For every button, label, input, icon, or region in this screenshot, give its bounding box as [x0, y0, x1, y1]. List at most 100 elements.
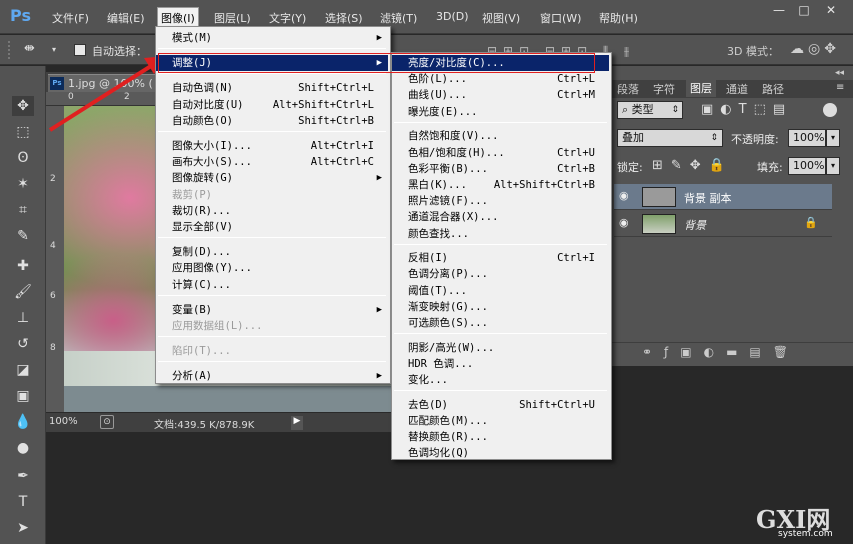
- adjust-menu-item[interactable]: 渐变映射(G)...: [392, 299, 609, 315]
- layer-filter-icons[interactable]: ▣◐T⬚▤: [701, 102, 792, 117]
- image-menu-item[interactable]: 变量(B) ▶: [156, 302, 388, 318]
- brush-tool-icon[interactable]: 🖌: [12, 282, 34, 302]
- chevron-down-icon[interactable]: ▾: [826, 129, 840, 147]
- image-menu-item[interactable]: 图像旋转(G) ▶: [156, 170, 388, 186]
- marquee-tool-icon[interactable]: ⬚: [12, 122, 34, 142]
- adjust-menu-item[interactable]: HDR 色调...: [392, 356, 609, 372]
- lock-icons[interactable]: ⊞✎✥🔒: [652, 158, 733, 173]
- image-menu-item[interactable]: 自动对比度(U) Alt+Shift+Ctrl+L: [156, 97, 388, 113]
- tab-paragraph[interactable]: 段落: [617, 81, 639, 97]
- panel-menu-icon[interactable]: ≡: [836, 82, 844, 93]
- chevron-down-icon[interactable]: ▾: [826, 157, 840, 175]
- maximize-button[interactable]: □: [795, 3, 813, 17]
- share-icon[interactable]: ⊙: [100, 415, 114, 429]
- menu-help[interactable]: 帮助(H): [599, 10, 638, 26]
- adjust-menu-item[interactable]: 色彩平衡(B)... Ctrl+B: [392, 161, 609, 177]
- move-tool-icon[interactable]: ✥: [12, 96, 34, 116]
- adjust-menu-item[interactable]: 可选颜色(S)...: [392, 315, 609, 331]
- image-menu-item[interactable]: 应用图像(Y)...: [156, 260, 388, 276]
- adjust-menu-item[interactable]: 曲线(U)... Ctrl+M: [392, 87, 609, 103]
- menu-item-label: 颜色查找...: [408, 227, 469, 240]
- image-menu-item[interactable]: 显示全部(V): [156, 219, 388, 235]
- blur-tool-icon[interactable]: 💧: [12, 412, 34, 432]
- status-menu-arrow-icon[interactable]: ▶: [291, 416, 303, 430]
- minimize-button[interactable]: —: [770, 3, 788, 17]
- adjust-menu-item[interactable]: 阈值(T)...: [392, 283, 609, 299]
- adjust-menu-item[interactable]: 颜色查找...: [392, 226, 609, 242]
- menu-item-label: 色彩平衡(B)...: [408, 162, 488, 175]
- adjust-menu-item[interactable]: 色调均化(Q): [392, 445, 609, 461]
- adjust-menu-item[interactable]: 色相/饱和度(H)... Ctrl+U: [392, 145, 609, 161]
- blend-mode-select[interactable]: 叠加 ⇕: [617, 129, 723, 147]
- menu-type[interactable]: 文字(Y): [269, 10, 306, 26]
- adjust-menu-item[interactable]: 曝光度(E)...: [392, 104, 609, 120]
- layer-name[interactable]: 背景: [684, 217, 706, 233]
- eye-icon[interactable]: ◉: [619, 216, 629, 229]
- image-menu-item[interactable]: 裁切(R)...: [156, 203, 388, 219]
- tab-layers[interactable]: 图层: [686, 80, 716, 97]
- close-button[interactable]: ✕: [822, 3, 840, 17]
- adjust-menu-item[interactable]: 反相(I) Ctrl+I: [392, 250, 609, 266]
- menu-view[interactable]: 视图(V): [482, 10, 520, 26]
- eye-icon[interactable]: ◉: [619, 189, 629, 202]
- healing-brush-icon[interactable]: ✚: [12, 256, 34, 276]
- layer-action-icons[interactable]: ⚭ƒ▣◐▬▤🗑: [642, 345, 800, 359]
- menu-item-label: 应用图像(Y)...: [172, 262, 252, 275]
- layer-filter-select[interactable]: ⌕ 类型 ⇕: [617, 101, 683, 119]
- adjust-menu-item[interactable]: 去色(D) Shift+Ctrl+U: [392, 397, 609, 413]
- adjust-menu-item[interactable]: 替换颜色(R)...: [392, 429, 609, 445]
- adjust-menu-item[interactable]: 变化...: [392, 372, 609, 388]
- image-menu-item[interactable]: 分析(A) ▶: [156, 368, 388, 384]
- tab-paths[interactable]: 路径: [762, 81, 784, 97]
- menu-filter[interactable]: 滤镜(T): [380, 10, 417, 26]
- image-menu-item[interactable]: 计算(C)...: [156, 277, 388, 293]
- menu-item-shortcut: Ctrl+U: [557, 146, 595, 159]
- type-tool-icon[interactable]: T: [12, 492, 34, 512]
- menu-item-label: 裁剪(P): [172, 188, 212, 201]
- layer-row[interactable]: ◉ 背景 🔒: [614, 211, 832, 237]
- filter-toggle[interactable]: [823, 103, 837, 117]
- move-tool-icon[interactable]: ⇼: [24, 41, 35, 56]
- lasso-tool-icon[interactable]: ʘ: [12, 148, 34, 168]
- 3d-mode-icons[interactable]: ☁◎✥: [790, 41, 840, 57]
- menu-file[interactable]: 文件(F): [52, 10, 89, 26]
- adjust-menu-item[interactable]: 色调分离(P)...: [392, 266, 609, 282]
- adjust-menu-item[interactable]: 黑白(K)... Alt+Shift+Ctrl+B: [392, 177, 609, 193]
- image-menu-item[interactable]: 复制(D)...: [156, 244, 388, 260]
- tab-channels[interactable]: 通道: [726, 81, 748, 97]
- menu-edit[interactable]: 编辑(E): [107, 10, 145, 26]
- image-menu-item[interactable]: 画布大小(S)... Alt+Ctrl+C: [156, 154, 388, 170]
- menu-3d[interactable]: 3D(D): [436, 10, 469, 23]
- menu-select[interactable]: 选择(S): [325, 10, 363, 26]
- adjust-menu-item[interactable]: 自然饱和度(V)...: [392, 128, 609, 144]
- eraser-icon[interactable]: ◪: [12, 360, 34, 380]
- adjust-menu-item[interactable]: 色阶(L)... Ctrl+L: [392, 71, 609, 87]
- gradient-tool-icon[interactable]: ▣: [12, 386, 34, 406]
- dodge-tool-icon[interactable]: ●: [12, 438, 34, 458]
- pen-tool-icon[interactable]: ✒: [12, 466, 34, 486]
- image-menu-item[interactable]: 图像大小(I)... Alt+Ctrl+I: [156, 138, 388, 154]
- eyedropper-icon[interactable]: ✎: [12, 226, 34, 246]
- menu-window[interactable]: 窗口(W): [540, 10, 581, 26]
- fill-input[interactable]: 100%: [788, 157, 826, 175]
- clone-stamp-icon[interactable]: ⊥: [12, 308, 34, 328]
- path-select-icon[interactable]: ➤: [12, 518, 34, 538]
- image-menu-item[interactable]: 模式(M) ▶: [156, 30, 388, 46]
- image-menu-item[interactable]: 自动色调(N) Shift+Ctrl+L: [156, 80, 388, 96]
- magic-wand-icon[interactable]: ✶: [12, 174, 34, 194]
- adjust-menu-item[interactable]: 照片滤镜(F)...: [392, 193, 609, 209]
- zoom-level[interactable]: 100%: [49, 416, 78, 427]
- adjust-menu-item[interactable]: 阴影/高光(W)...: [392, 340, 609, 356]
- menu-layer[interactable]: 图层(L): [214, 10, 251, 26]
- crop-tool-icon[interactable]: ⌗: [12, 200, 34, 220]
- tab-character[interactable]: 字符: [653, 81, 675, 97]
- history-brush-icon[interactable]: ↺: [12, 334, 34, 354]
- image-menu-item[interactable]: 自动颜色(O) Shift+Ctrl+B: [156, 113, 388, 129]
- opacity-input[interactable]: 100%: [788, 129, 826, 147]
- adjust-menu-item[interactable]: 通道混合器(X)...: [392, 209, 609, 225]
- collapse-icon[interactable]: ◂◂: [835, 68, 844, 78]
- layer-name[interactable]: 背景 副本: [684, 190, 732, 206]
- lock-label: 锁定:: [617, 161, 643, 174]
- adjust-menu-item[interactable]: 匹配颜色(M)...: [392, 413, 609, 429]
- layer-row[interactable]: ◉ 背景 副本: [614, 184, 832, 210]
